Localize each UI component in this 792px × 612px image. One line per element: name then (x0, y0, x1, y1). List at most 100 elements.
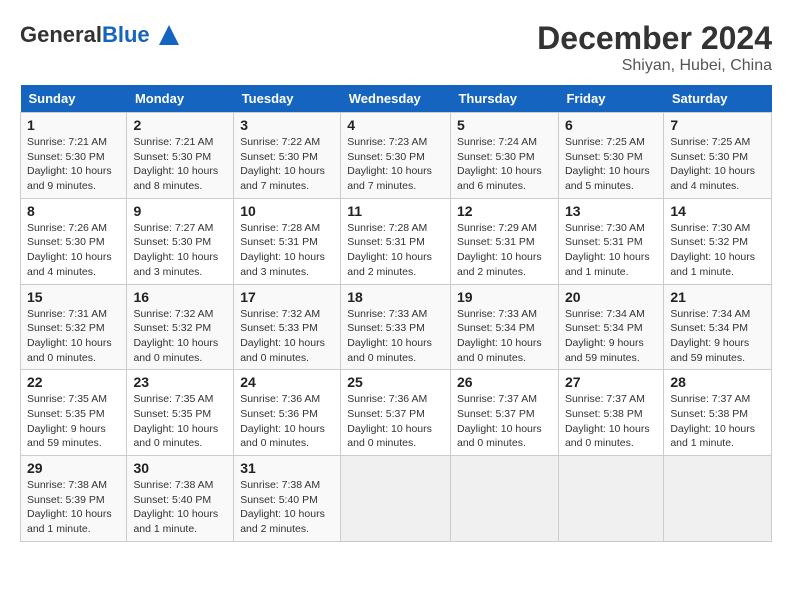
calendar-row-2: 15 Sunrise: 7:31 AM Sunset: 5:32 PM Dayli… (21, 284, 772, 370)
day-info: Sunrise: 7:21 AM Sunset: 5:30 PM Dayligh… (133, 135, 227, 194)
calendar-row-3: 22 Sunrise: 7:35 AM Sunset: 5:35 PM Dayli… (21, 370, 772, 456)
table-row: 2Sunrise: 7:21 AM Sunset: 5:30 PM Daylig… (127, 113, 234, 199)
day-info: Sunrise: 7:27 AM Sunset: 5:30 PM Dayligh… (133, 221, 227, 280)
calendar-header-row: Sunday Monday Tuesday Wednesday Thursday… (21, 85, 772, 113)
day-info: Sunrise: 7:38 AM Sunset: 5:40 PM Dayligh… (240, 478, 334, 537)
table-row: 16Sunrise: 7:32 AM Sunset: 5:32 PM Dayli… (127, 284, 234, 370)
day-number: 23 (133, 374, 227, 390)
day-number: 17 (240, 289, 334, 305)
day-number: 19 (457, 289, 552, 305)
day-number: 18 (347, 289, 444, 305)
table-row: 31 Sunrise: 7:38 AM Sunset: 5:40 PM Dayli… (234, 456, 341, 542)
day-number: 20 (565, 289, 657, 305)
table-row: 12Sunrise: 7:29 AM Sunset: 5:31 PM Dayli… (450, 198, 558, 284)
day-number: 22 (27, 374, 120, 390)
day-info: Sunrise: 7:26 AM Sunset: 5:30 PM Dayligh… (27, 221, 120, 280)
table-row: 25Sunrise: 7:36 AM Sunset: 5:37 PM Dayli… (341, 370, 451, 456)
day-info: Sunrise: 7:30 AM Sunset: 5:31 PM Dayligh… (565, 221, 657, 280)
day-info: Sunrise: 7:25 AM Sunset: 5:30 PM Dayligh… (565, 135, 657, 194)
logo: GeneralBlue (20, 20, 184, 50)
day-info: Sunrise: 7:21 AM Sunset: 5:30 PM Dayligh… (27, 135, 120, 194)
day-info: Sunrise: 7:22 AM Sunset: 5:30 PM Dayligh… (240, 135, 334, 194)
table-row: 23 Sunrise: 7:35 AM Sunset: 5:35 PM Dayli… (127, 370, 234, 456)
day-number: 30 (133, 460, 227, 476)
col-friday: Friday (558, 85, 663, 113)
col-wednesday: Wednesday (341, 85, 451, 113)
table-row: 14 Sunrise: 7:30 AM Sunset: 5:32 PM Dayli… (664, 198, 772, 284)
day-number: 10 (240, 203, 334, 219)
day-number: 21 (670, 289, 765, 305)
day-number: 27 (565, 374, 657, 390)
logo-general-text: General (20, 22, 102, 47)
table-row: 22 Sunrise: 7:35 AM Sunset: 5:35 PM Dayli… (21, 370, 127, 456)
table-row: 8 Sunrise: 7:26 AM Sunset: 5:30 PM Daylig… (21, 198, 127, 284)
table-row (450, 456, 558, 542)
month-title: December 2024 (537, 20, 772, 57)
day-info: Sunrise: 7:31 AM Sunset: 5:32 PM Dayligh… (27, 307, 120, 366)
day-number: 31 (240, 460, 334, 476)
day-info: Sunrise: 7:36 AM Sunset: 5:37 PM Dayligh… (347, 392, 444, 451)
table-row: 15 Sunrise: 7:31 AM Sunset: 5:32 PM Dayli… (21, 284, 127, 370)
day-info: Sunrise: 7:25 AM Sunset: 5:30 PM Dayligh… (670, 135, 765, 194)
table-row (341, 456, 451, 542)
table-row: 21 Sunrise: 7:34 AM Sunset: 5:34 PM Dayli… (664, 284, 772, 370)
day-info: Sunrise: 7:37 AM Sunset: 5:38 PM Dayligh… (670, 392, 765, 451)
day-info: Sunrise: 7:33 AM Sunset: 5:34 PM Dayligh… (457, 307, 552, 366)
table-row: 5Sunrise: 7:24 AM Sunset: 5:30 PM Daylig… (450, 113, 558, 199)
table-row: 20 Sunrise: 7:34 AM Sunset: 5:34 PM Dayli… (558, 284, 663, 370)
table-row: 29 Sunrise: 7:38 AM Sunset: 5:39 PM Dayli… (21, 456, 127, 542)
table-row: 1 Sunrise: 7:21 AM Sunset: 5:30 PM Daylig… (21, 113, 127, 199)
day-info: Sunrise: 7:34 AM Sunset: 5:34 PM Dayligh… (670, 307, 765, 366)
day-number: 14 (670, 203, 765, 219)
day-number: 1 (27, 117, 120, 133)
day-info: Sunrise: 7:28 AM Sunset: 5:31 PM Dayligh… (240, 221, 334, 280)
table-row: 7Sunrise: 7:25 AM Sunset: 5:30 PM Daylig… (664, 113, 772, 199)
day-number: 15 (27, 289, 120, 305)
day-number: 12 (457, 203, 552, 219)
table-row: 10 Sunrise: 7:28 AM Sunset: 5:31 PM Dayli… (234, 198, 341, 284)
day-number: 29 (27, 460, 120, 476)
day-number: 11 (347, 203, 444, 219)
table-row: 9 Sunrise: 7:27 AM Sunset: 5:30 PM Daylig… (127, 198, 234, 284)
table-row: 11 Sunrise: 7:28 AM Sunset: 5:31 PM Dayli… (341, 198, 451, 284)
day-info: Sunrise: 7:37 AM Sunset: 5:38 PM Dayligh… (565, 392, 657, 451)
day-info: Sunrise: 7:23 AM Sunset: 5:30 PM Dayligh… (347, 135, 444, 194)
day-info: Sunrise: 7:32 AM Sunset: 5:33 PM Dayligh… (240, 307, 334, 366)
day-number: 28 (670, 374, 765, 390)
logo-icon (154, 20, 184, 50)
day-number: 3 (240, 117, 334, 133)
day-info: Sunrise: 7:32 AM Sunset: 5:32 PM Dayligh… (133, 307, 227, 366)
table-row: 24Sunrise: 7:36 AM Sunset: 5:36 PM Dayli… (234, 370, 341, 456)
location-title: Shiyan, Hubei, China (537, 57, 772, 75)
col-sunday: Sunday (21, 85, 127, 113)
table-row: 6 Sunrise: 7:25 AM Sunset: 5:30 PM Daylig… (558, 113, 663, 199)
table-row: 18 Sunrise: 7:33 AM Sunset: 5:33 PM Dayli… (341, 284, 451, 370)
day-number: 9 (133, 203, 227, 219)
day-number: 4 (347, 117, 444, 133)
calendar-row-4: 29 Sunrise: 7:38 AM Sunset: 5:39 PM Dayli… (21, 456, 772, 542)
table-row: 28 Sunrise: 7:37 AM Sunset: 5:38 PM Dayli… (664, 370, 772, 456)
day-info: Sunrise: 7:28 AM Sunset: 5:31 PM Dayligh… (347, 221, 444, 280)
logo-blue-text: Blue (102, 22, 150, 47)
table-row: 4 Sunrise: 7:23 AM Sunset: 5:30 PM Daylig… (341, 113, 451, 199)
title-area: December 2024 Shiyan, Hubei, China (537, 20, 772, 75)
col-tuesday: Tuesday (234, 85, 341, 113)
day-number: 24 (240, 374, 334, 390)
day-info: Sunrise: 7:30 AM Sunset: 5:32 PM Dayligh… (670, 221, 765, 280)
day-number: 8 (27, 203, 120, 219)
day-info: Sunrise: 7:24 AM Sunset: 5:30 PM Dayligh… (457, 135, 552, 194)
day-info: Sunrise: 7:35 AM Sunset: 5:35 PM Dayligh… (27, 392, 120, 451)
table-row: 26Sunrise: 7:37 AM Sunset: 5:37 PM Dayli… (450, 370, 558, 456)
day-info: Sunrise: 7:34 AM Sunset: 5:34 PM Dayligh… (565, 307, 657, 366)
header: GeneralBlue December 2024 Shiyan, Hubei,… (20, 20, 772, 75)
day-info: Sunrise: 7:35 AM Sunset: 5:35 PM Dayligh… (133, 392, 227, 451)
col-thursday: Thursday (450, 85, 558, 113)
day-info: Sunrise: 7:33 AM Sunset: 5:33 PM Dayligh… (347, 307, 444, 366)
table-row: 27 Sunrise: 7:37 AM Sunset: 5:38 PM Dayli… (558, 370, 663, 456)
day-number: 6 (565, 117, 657, 133)
table-row (558, 456, 663, 542)
calendar-table: Sunday Monday Tuesday Wednesday Thursday… (20, 85, 772, 542)
col-saturday: Saturday (664, 85, 772, 113)
day-info: Sunrise: 7:38 AM Sunset: 5:39 PM Dayligh… (27, 478, 120, 537)
table-row: 17 Sunrise: 7:32 AM Sunset: 5:33 PM Dayli… (234, 284, 341, 370)
